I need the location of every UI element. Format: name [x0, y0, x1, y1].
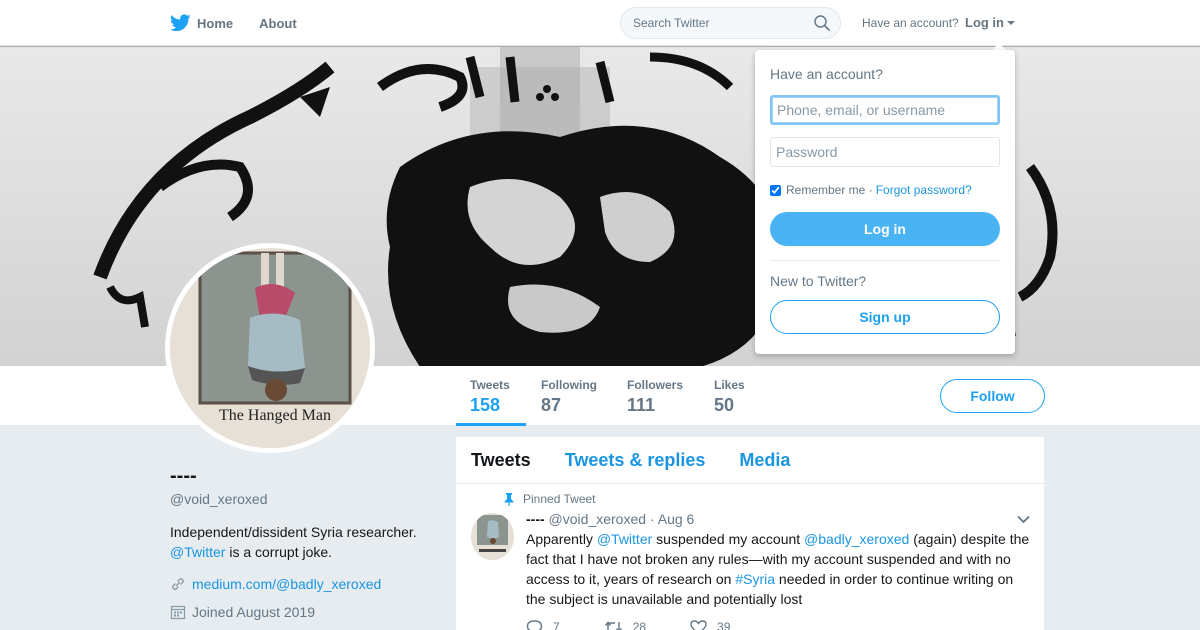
active-stat-indicator: [456, 423, 526, 426]
like-count: 39: [717, 620, 731, 630]
retweet-icon: [604, 621, 622, 630]
profile-name[interactable]: ----: [170, 465, 197, 488]
retweet-action[interactable]: 28: [604, 620, 646, 630]
stat-likes-value: 50: [714, 395, 735, 415]
tab-tweets-replies[interactable]: Tweets & replies: [565, 450, 706, 471]
login-button[interactable]: Log in: [770, 212, 1000, 246]
stat-tweets-label: Tweets: [470, 378, 510, 392]
tab-media[interactable]: Media: [739, 450, 790, 471]
account-prompt: Have an account?: [862, 16, 959, 30]
login-dropdown: Have an account? Remember me · Forgot pa…: [755, 50, 1015, 354]
like-action[interactable]: 39: [690, 620, 730, 630]
profile-url-label: medium.com/@badly_xeroxed: [192, 576, 382, 592]
profile-joined-label: Joined August 2019: [192, 604, 315, 620]
remember-me-label[interactable]: Remember me: [786, 183, 865, 197]
dropdown-divider: [770, 260, 1000, 261]
pinned-label-text: Pinned Tweet: [523, 492, 596, 506]
tweet-menu-chevron-icon[interactable]: [1017, 515, 1030, 524]
avatar-caption: The Hanged Man: [219, 407, 331, 424]
tweet-hashtag-link[interactable]: #Syria: [735, 571, 775, 587]
tweet-date[interactable]: Aug 6: [658, 511, 695, 527]
stat-followers[interactable]: Followers 111: [627, 378, 683, 416]
dropdown-title: Have an account?: [770, 66, 883, 82]
tweet-text-part: suspended my account: [652, 531, 805, 547]
pin-icon: [504, 492, 514, 506]
bio-text: Independent/dissident Syria researcher.: [170, 524, 417, 540]
password-field[interactable]: [770, 137, 1000, 167]
stat-following-label: Following: [541, 378, 597, 392]
pinned-tweet-label: Pinned Tweet: [504, 492, 596, 506]
stat-following[interactable]: Following 87: [541, 378, 597, 416]
retweet-count: 28: [632, 620, 647, 630]
link-icon: [172, 578, 184, 590]
nav-about-link[interactable]: About: [259, 16, 297, 31]
hanged-man-card-image: The Hanged Man: [170, 248, 370, 448]
timeline: Tweets Tweets & replies Media Pinned Twe…: [456, 437, 1044, 630]
profile-url[interactable]: medium.com/@badly_xeroxed: [170, 576, 381, 592]
stat-likes-label: Likes: [714, 378, 745, 392]
avatar[interactable]: The Hanged Man: [165, 243, 375, 453]
profile-joined: Joined August 2019: [170, 604, 315, 620]
tweet-avatar-image: [471, 513, 514, 560]
calendar-icon: [170, 605, 186, 620]
stat-likes[interactable]: Likes 50: [714, 378, 745, 416]
stat-following-value: 87: [541, 395, 562, 415]
profile-bio: Independent/dissident Syria researcher. …: [170, 522, 440, 562]
tweet-text-part: Apparently: [526, 531, 597, 547]
timeline-tabs: Tweets Tweets & replies Media: [456, 437, 1044, 484]
follow-button[interactable]: Follow: [940, 379, 1045, 413]
search-input[interactable]: [621, 8, 801, 38]
new-to-twitter-prompt: New to Twitter?: [770, 273, 867, 289]
search-box: [620, 7, 841, 39]
tweet-actions: 7 28 39: [526, 620, 774, 630]
tweet-mention-link[interactable]: @Twitter: [597, 531, 652, 547]
twitter-bird-icon: [170, 14, 191, 32]
stat-tweets[interactable]: Tweets 158: [470, 378, 510, 416]
stat-tweets-value: 158: [470, 395, 501, 415]
tweet-separator: ·: [649, 511, 655, 527]
stat-followers-label: Followers: [627, 378, 684, 392]
login-toggle-label: Log in: [965, 15, 1004, 30]
tab-tweets[interactable]: Tweets: [471, 450, 531, 471]
tweet-header: ---- @void_xeroxed · Aug 6: [526, 511, 694, 527]
nav-left-group: Home About: [170, 0, 323, 46]
remember-me-checkbox[interactable]: [770, 184, 781, 196]
remember-me-row: Remember me · Forgot password?: [770, 183, 972, 197]
nav-home-label: Home: [197, 15, 234, 31]
tweet-mention-link[interactable]: @badly_xeroxed: [804, 531, 909, 547]
heart-icon: [690, 620, 707, 630]
tweet-avatar[interactable]: [471, 513, 514, 560]
reply-count: 7: [553, 620, 560, 630]
profile-handle[interactable]: @void_xeroxed: [170, 491, 268, 507]
top-navigation-bar: Home About Have an account? Log in: [0, 0, 1200, 46]
chevron-down-icon: [1007, 20, 1015, 25]
remember-separator: ·: [868, 183, 873, 197]
forgot-password-link[interactable]: Forgot password?: [876, 183, 972, 197]
signup-button[interactable]: Sign up: [770, 300, 1000, 334]
stat-followers-value: 111: [627, 395, 656, 415]
search-icon[interactable]: [814, 15, 830, 31]
nav-home-link[interactable]: Home: [170, 14, 233, 32]
username-field[interactable]: [770, 95, 1000, 125]
avatar-image: The Hanged Man: [170, 248, 370, 448]
tweet-text: Apparently @Twitter suspended my account…: [526, 529, 1031, 609]
nav-about-label: About: [259, 15, 297, 31]
login-dropdown-toggle[interactable]: Log in: [965, 15, 1015, 30]
bio-mention-link[interactable]: @Twitter: [170, 544, 225, 560]
reply-icon: [526, 620, 543, 630]
tweet-author-name[interactable]: ----: [526, 511, 545, 527]
tweet-author-handle[interactable]: @void_xeroxed: [549, 511, 647, 527]
reply-action[interactable]: 7: [526, 620, 560, 630]
bio-suffix: is a corrupt joke.: [225, 544, 333, 560]
